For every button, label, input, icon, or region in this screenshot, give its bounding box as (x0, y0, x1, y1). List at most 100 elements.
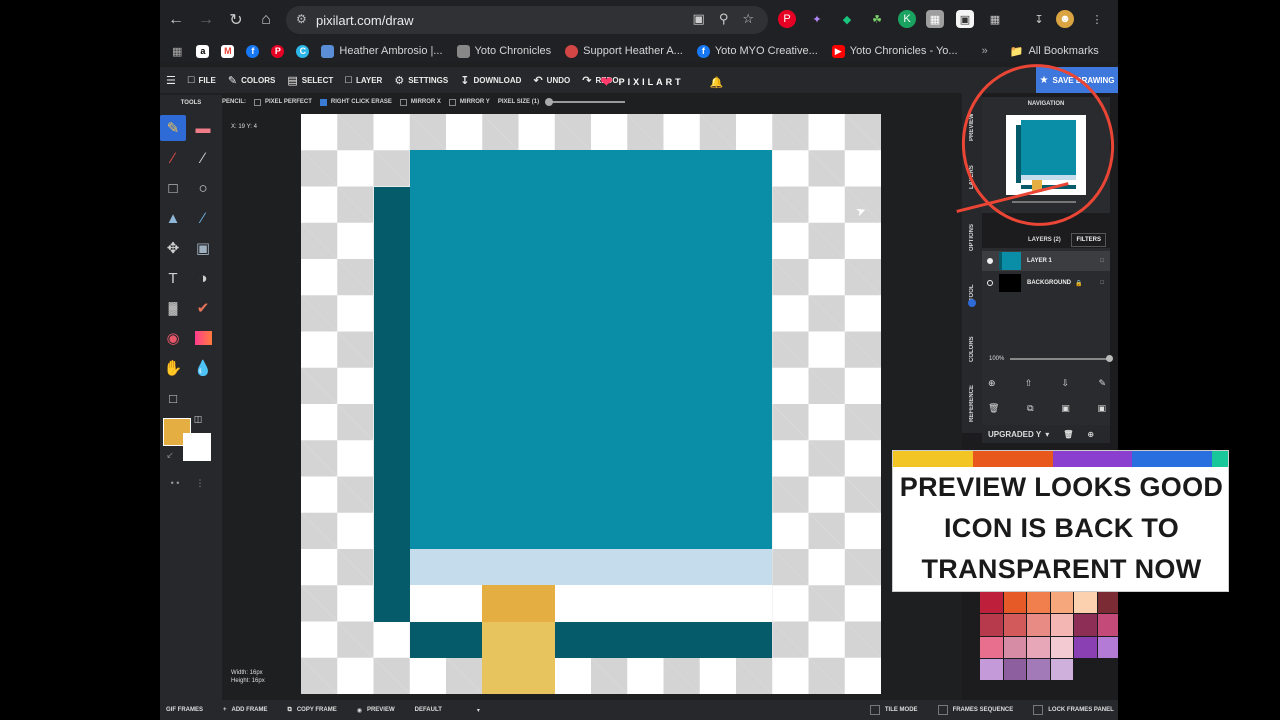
palette-swatch[interactable] (1003, 658, 1026, 680)
brush-tool[interactable]: ∕ (160, 145, 186, 171)
palette-swatch[interactable] (1003, 636, 1026, 658)
right-click-erase-checkbox[interactable] (319, 98, 327, 106)
extensions-puzzle-icon[interactable]: ▦ (986, 10, 1004, 28)
reload-icon[interactable]: ↻ (221, 5, 251, 35)
palette-swatch[interactable] (1074, 614, 1097, 636)
palette-swatch[interactable] (1003, 614, 1026, 636)
address-bar[interactable]: ⚙ pixilart.com/draw ▣ ⚲ ☆ (286, 6, 768, 34)
move-tool[interactable]: ✥ (160, 235, 186, 261)
mirror-y-checkbox[interactable] (448, 98, 456, 106)
menu-settings[interactable]: ⚙ SETTINGS (394, 74, 448, 87)
tab-colors[interactable]: COLORS (962, 329, 982, 369)
palette-swatch[interactable] (1074, 636, 1097, 658)
site-settings-icon[interactable]: ⚙ (296, 12, 307, 26)
palette-swatch[interactable] (980, 614, 1003, 636)
palette-swatch[interactable] (1097, 592, 1118, 614)
rectangle-tool[interactable]: □ (160, 175, 186, 201)
hamburger-menu-icon[interactable]: ☰ (166, 74, 176, 87)
more-bookmarks-icon[interactable]: » (982, 45, 988, 57)
dither-tool[interactable]: ▓ (160, 295, 186, 321)
palette-swatch[interactable] (1050, 614, 1073, 636)
stamp-tool[interactable]: ✔ (190, 295, 216, 321)
circle-tool[interactable]: ○ (190, 175, 216, 201)
drawing-canvas[interactable] (301, 114, 881, 694)
collapse-tools-icon[interactable]: ⋮ (192, 475, 208, 491)
lock-frames-toggle[interactable]: LOCK FRAMES PANEL (1033, 705, 1114, 715)
bookmark-yoto-youtube[interactable]: ▶ Yoto Chronicles - Yo... (831, 44, 958, 58)
pixel-perfect-checkbox[interactable] (254, 98, 261, 106)
amazon-icon[interactable]: a (196, 44, 210, 58)
select-tool[interactable]: ▣ (190, 235, 216, 261)
palette-swatch[interactable] (1027, 658, 1050, 680)
menu-download[interactable]: ↧ DOWNLOAD (460, 74, 521, 87)
merge-down-icon[interactable]: ▣ (1097, 403, 1106, 414)
menu-layer[interactable]: □ LAYER (345, 74, 382, 86)
bookmark-star-icon[interactable]: ☆ (742, 11, 754, 27)
add-palette-icon[interactable]: ⊕ (1087, 430, 1094, 439)
crop-tool[interactable]: □ (160, 385, 186, 411)
palette-swatch[interactable] (1027, 614, 1050, 636)
pinterest-extension-icon[interactable]: P (778, 10, 796, 28)
menu-file[interactable]: □ FILE (188, 74, 216, 86)
layer-visibility-toggle[interactable] (987, 280, 993, 286)
palette-swatch[interactable] (980, 658, 1003, 680)
gif-frames-label[interactable]: GIF FRAMES (166, 707, 203, 713)
more-tools-icon[interactable]: • • (160, 475, 190, 491)
menu-select[interactable]: ▤ SELECT (287, 74, 333, 87)
speed-select[interactable]: DEFAULT ▾ (415, 707, 480, 714)
home-icon[interactable]: ⌂ (251, 5, 281, 35)
frames-sequence-toggle[interactable]: FRAMES SEQUENCE (937, 705, 1013, 715)
palette-swatch[interactable] (980, 636, 1003, 658)
add-frame-button[interactable]: + ADD FRAME (223, 707, 268, 713)
layer-lock-checkbox[interactable]: □ (1100, 258, 1104, 264)
move-layer-up-icon[interactable]: ⇧ (1025, 378, 1033, 389)
delete-layer-icon[interactable]: 🗑 (988, 403, 999, 414)
layer-opacity[interactable]: 100% (989, 355, 1114, 362)
shade-tool[interactable]: ◑ (190, 265, 216, 291)
download-icon[interactable]: ↧ (1030, 10, 1048, 28)
layer-visibility-toggle[interactable] (987, 258, 993, 264)
palette-swatch[interactable] (1074, 592, 1097, 614)
move-layer-down-icon[interactable]: ⇩ (1062, 378, 1070, 389)
apps-grid-icon[interactable]: ▦ (172, 45, 182, 58)
white-extension-icon[interactable]: ▣ (956, 10, 974, 28)
color-picker-tool[interactable]: ∕ (190, 205, 216, 231)
pixilart-logo[interactable]: ❤ PIXILART 🔔 (600, 73, 723, 91)
hand-tool[interactable]: ✋ (160, 355, 186, 381)
menu-colors[interactable]: ✎ COLORS (228, 74, 275, 87)
reset-colors-icon[interactable]: ↙ (162, 447, 178, 463)
gradient-tool[interactable] (190, 325, 216, 351)
bookmark-yoto-chronicles[interactable]: Yoto Chronicles (456, 44, 551, 58)
opacity-slider[interactable] (1010, 355, 1114, 362)
merge-layer-icon[interactable]: ▣ (1061, 403, 1070, 414)
profile-avatar[interactable]: ☻ (1056, 10, 1074, 28)
facebook-icon[interactable]: f (246, 44, 260, 58)
tab-options[interactable]: OPTIONS (962, 217, 982, 257)
palette-swatch[interactable] (1027, 592, 1050, 614)
palette-selector[interactable]: UPGRADED Y ▾ 🗑 ⊕ (982, 425, 1110, 443)
swap-colors-icon[interactable]: ◫ (190, 411, 206, 427)
gmail-icon[interactable]: M (221, 44, 235, 58)
delete-palette-icon[interactable]: 🗑 (1063, 430, 1073, 439)
filters-button[interactable]: FILTERS (1071, 233, 1106, 247)
tile-mode-toggle[interactable]: TILE MODE (869, 705, 918, 715)
back-icon[interactable]: ← (161, 5, 191, 35)
duplicate-layer-icon[interactable]: ⧉ (1027, 403, 1033, 414)
pattern-tool[interactable]: ◉ (160, 325, 186, 351)
gray-extension-icon[interactable]: ▦ (926, 10, 944, 28)
k-extension-icon[interactable]: K (898, 10, 916, 28)
palette-swatch[interactable] (1097, 614, 1118, 636)
menu-undo[interactable]: ↶ UNDO (533, 74, 570, 87)
canva-icon[interactable]: C (296, 44, 310, 58)
palette-swatch[interactable] (1097, 658, 1118, 680)
palette-swatch[interactable] (1050, 658, 1073, 680)
fill-bucket-tool[interactable]: ▲ (160, 205, 186, 231)
palette-swatch[interactable] (1003, 592, 1026, 614)
notification-bell-icon[interactable]: 🔔 (710, 76, 724, 89)
secondary-color-swatch[interactable] (183, 433, 211, 461)
eraser-tool[interactable]: ▬ (190, 115, 216, 141)
bookmark-yoto-myo[interactable]: f Yoto MYO Creative... (696, 44, 818, 58)
layer-lock-checkbox[interactable]: □ (1100, 280, 1104, 286)
layer-row-1[interactable]: LAYER 1 □ (982, 251, 1110, 271)
line-tool[interactable]: ∕ (190, 145, 216, 171)
